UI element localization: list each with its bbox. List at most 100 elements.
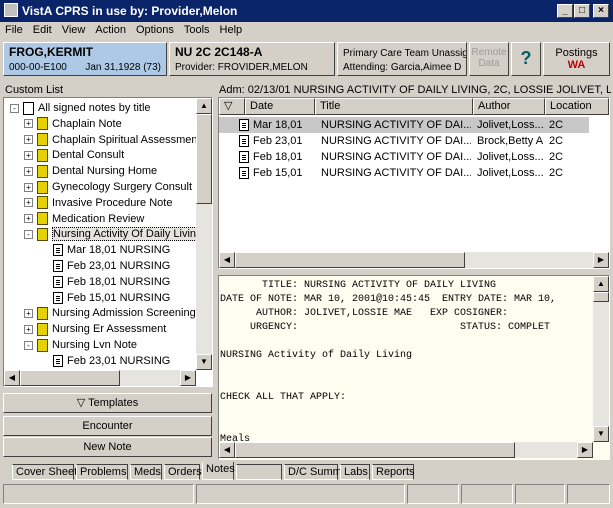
tree-title-item[interactable]: - Nursing Lvn Note <box>8 337 137 353</box>
collapse-icon[interactable]: - <box>24 340 33 350</box>
menu-action[interactable]: Action <box>90 22 131 36</box>
note-list-row[interactable]: Feb 15,01 NURSING ACTIVITY OF DAI... Joliv… <box>219 165 589 181</box>
tab-cover-sheet[interactable]: Cover Sheet <box>12 464 77 480</box>
expand-icon[interactable]: + <box>24 214 33 224</box>
maximize-button[interactable]: □ <box>574 4 590 18</box>
note-list-row[interactable]: Feb 18,01 NURSING ACTIVITY OF DAI... Joliv… <box>219 149 589 165</box>
tree-note-item[interactable]: Feb 15,01 NURSING <box>8 290 170 306</box>
tree-title-item[interactable]: + Medication Review <box>8 211 144 227</box>
expand-icon[interactable]: + <box>24 150 33 160</box>
menu-view[interactable]: View <box>57 22 91 36</box>
note-list-row[interactable]: Mar 18,01 NURSING ACTIVITY OF DAI... Joliv… <box>219 117 589 133</box>
tab-problems[interactable]: Problems <box>76 464 128 480</box>
sort-column-header[interactable]: ▽ <box>219 98 245 115</box>
note-scroll-right[interactable]: ▶ <box>577 442 593 458</box>
scroll-up-arrow[interactable]: ▲ <box>196 98 212 114</box>
note-scroll-left[interactable]: ◀ <box>219 442 235 458</box>
note-hscroll[interactable]: ◀ ▶ <box>219 442 593 458</box>
tree-title-item[interactable]: + Chaplain Note <box>8 116 122 132</box>
tab-meds[interactable]: Meds <box>130 464 162 480</box>
tree-hscroll-thumb[interactable] <box>20 370 120 386</box>
menu-options[interactable]: Options <box>131 22 179 36</box>
list-scroll-right[interactable]: ▶ <box>593 252 609 268</box>
primary-care-button[interactable]: Primary Care Team Unassign Attending: Ga… <box>337 42 467 76</box>
tab-consults[interactable] <box>236 464 282 480</box>
list-hscroll-thumb[interactable] <box>235 252 465 268</box>
list-scroll-left[interactable]: ◀ <box>219 252 235 268</box>
menu-help[interactable]: Help <box>215 22 248 36</box>
note-scroll-down[interactable]: ▼ <box>593 426 609 442</box>
tab-dc-summ[interactable]: D/C Summ <box>284 464 342 480</box>
new-note-button[interactable]: New Note <box>3 437 212 457</box>
tree-note-item[interactable]: Feb 18,01 NURSING <box>8 274 170 290</box>
note-scroll-up[interactable]: ▲ <box>593 276 609 292</box>
note-scroll-thumb[interactable] <box>593 292 609 302</box>
cell-location: 2C <box>549 135 564 147</box>
tree-title-item[interactable]: + Nursing Admission Screening <box>8 305 196 321</box>
note-list-row[interactable]: Feb 23,01 NURSING ACTIVITY OF DAI... Brock… <box>219 133 589 149</box>
scroll-left-arrow[interactable]: ◀ <box>4 370 20 386</box>
encounter-location-button[interactable]: NU 2C 2C148-A Provider: FROVIDER,MELON <box>169 42 335 76</box>
tree-title-item[interactable]: + Nursing Er Assessment <box>8 321 166 337</box>
tree-title-item[interactable]: + Dental Nursing Home <box>8 163 157 179</box>
expand-icon[interactable]: + <box>24 182 33 192</box>
document-icon <box>53 260 63 273</box>
custom-list-label: Custom List <box>5 84 64 96</box>
tab-notes[interactable]: Notes <box>202 462 235 480</box>
tree-hscroll[interactable]: ◀ ▶ <box>4 370 196 386</box>
column-header-location[interactable]: Location <box>545 98 609 115</box>
tree-title-item[interactable]: + Chaplain Spiritual Assessment <box>8 132 201 148</box>
tab-reports[interactable]: Reports <box>372 464 415 480</box>
tree-vscroll[interactable]: ▲ ▼ <box>196 98 212 370</box>
tree-title-item[interactable]: + Invasive Procedure Note <box>8 195 172 211</box>
tab-labs[interactable]: Labs <box>340 464 370 480</box>
tree-item-label: Chaplain Spiritual Assessment <box>52 133 201 146</box>
column-header-date[interactable]: Date <box>245 98 315 115</box>
postings-button[interactable]: Postings WA <box>543 42 610 76</box>
expand-icon[interactable]: + <box>24 198 33 208</box>
tree-note-item[interactable]: Mar 18,01 NURSING <box>8 242 170 258</box>
scroll-right-arrow[interactable]: ▶ <box>180 370 196 386</box>
collapse-icon[interactable]: - <box>24 229 33 239</box>
encounter-button[interactable]: Encounter <box>3 416 212 436</box>
minimize-button[interactable]: _ <box>557 4 573 18</box>
tree-title-item[interactable]: + Dental Consult <box>8 147 124 163</box>
expand-icon[interactable]: + <box>24 119 33 129</box>
notes-tree[interactable]: - All signed notes by title + Chaplain Note… <box>3 97 213 387</box>
expand-icon[interactable]: + <box>24 308 33 318</box>
note-hscroll-thumb[interactable] <box>235 442 515 458</box>
list-hscroll[interactable]: ◀ ▶ <box>219 252 609 268</box>
column-header-author[interactable]: Author <box>473 98 545 115</box>
collapse-icon[interactable]: - <box>10 103 19 113</box>
tree-note-item[interactable]: Feb 23,01 NURSING <box>8 353 170 369</box>
scroll-down-arrow[interactable]: ▼ <box>196 354 212 370</box>
expand-icon[interactable]: + <box>24 166 33 176</box>
expand-icon[interactable]: + <box>24 324 33 334</box>
note-text-area[interactable]: TITLE: NURSING ACTIVITY OF DAILY LIVING … <box>218 275 610 460</box>
tree-title-item[interactable]: - Nursing Activity Of Daily Living <box>8 226 204 242</box>
menu-file[interactable]: File <box>0 22 28 36</box>
cell-date: Feb 15,01 <box>253 167 303 179</box>
expand-icon[interactable]: + <box>24 135 33 145</box>
cell-location: 2C <box>549 167 564 179</box>
tree-item-label: All signed notes by title <box>38 102 151 114</box>
tree-scroll-thumb[interactable] <box>196 114 212 204</box>
tab-orders[interactable]: Orders <box>164 464 202 480</box>
admission-label: Adm: 02/13/01 NURSING ACTIVITY OF DAILY … <box>219 84 611 96</box>
menu-tools[interactable]: Tools <box>179 22 215 36</box>
menu-edit[interactable]: Edit <box>28 22 57 36</box>
notes-list[interactable]: ▽ Date Title Author Location Mar 18,01 NU… <box>218 97 610 269</box>
close-button[interactable]: × <box>593 4 609 18</box>
help-icon[interactable]: ? <box>511 42 541 76</box>
column-header-title[interactable]: Title <box>315 98 473 115</box>
tree-item-label: Gynecology Surgery Consult <box>52 181 193 193</box>
note-vscroll[interactable]: ▲ ▼ <box>593 276 609 442</box>
tree-note-item[interactable]: Feb 23,01 NURSING <box>8 258 170 274</box>
title-bar[interactable]: VistA CPRS in use by: Provider,Melon _ □… <box>0 0 613 22</box>
patient-button[interactable]: FROG,KERMIT 000-00-E100 Jan 31,1928 (73) <box>3 42 167 76</box>
templates-button[interactable]: ▽ Templates <box>3 393 212 413</box>
remote-data-button[interactable]: Remote Data <box>469 42 509 76</box>
cell-author: Brock,Betty A <box>477 135 544 147</box>
tree-title-item[interactable]: + Gynecology Surgery Consult <box>8 179 192 195</box>
tree-title-item[interactable]: - All signed notes by title <box>8 100 151 116</box>
